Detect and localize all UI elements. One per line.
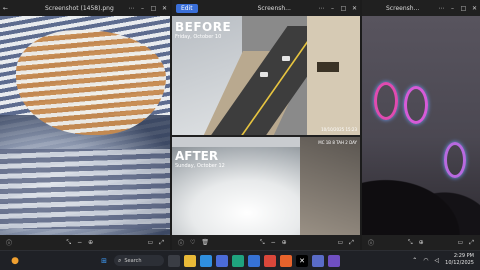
before-photo: BEFORE Friday, October 10 10/10/2025 15:…: [172, 16, 360, 135]
after-label: AFTER: [175, 149, 219, 163]
camera-timestamp: 10/10/2025 15:23: [321, 127, 357, 132]
photos-icon[interactable]: [248, 254, 260, 267]
start-icon[interactable]: ⊞: [98, 255, 110, 267]
slideshow-icon[interactable]: ▭: [338, 239, 344, 246]
title-bar[interactable]: ← Screenshot (1458).png ⋯ – □ ✕: [0, 0, 170, 16]
info-icon[interactable]: ⓘ: [6, 238, 12, 247]
taskbar-apps: ⊞ ⌕ Search ✕: [98, 254, 340, 267]
maximize-icon[interactable]: □: [338, 0, 349, 16]
minimize-icon[interactable]: –: [137, 0, 148, 16]
time: 2:29 PM: [453, 253, 474, 259]
before-label: BEFORE: [175, 20, 232, 34]
zoom-in-icon[interactable]: ⊕: [88, 239, 93, 246]
loader-vehicle: [317, 62, 339, 72]
bottom-toolbar: ⓘ ♡ 🗑 ⤡ − ⊕ ▭ ⤢: [172, 235, 360, 250]
x-icon[interactable]: ✕: [296, 254, 308, 267]
window-title: Screenshot (1458).png: [45, 4, 114, 12]
after-date: Sunday, October 12: [175, 163, 225, 169]
fit-icon[interactable]: ⤡: [408, 239, 413, 247]
volume-icon[interactable]: ◁: [435, 257, 440, 264]
fit-icon[interactable]: ⤡: [66, 239, 71, 247]
light-ring: [404, 86, 428, 124]
camera-note: MC 1B 8 TAH 2 DAY: [318, 140, 357, 145]
brave-icon[interactable]: [280, 254, 292, 267]
system-tray: ⌃ ◠ ◁ 2:29 PM 10/12/2025: [412, 253, 474, 267]
zoom-out-icon[interactable]: −: [271, 239, 276, 246]
edit-button[interactable]: Edit: [176, 3, 198, 13]
after-photo: MC 1B 8 TAH 2 DAY AFTER Sunday, October …: [172, 137, 360, 235]
search-placeholder: Search: [124, 257, 142, 264]
minimize-icon[interactable]: –: [447, 0, 458, 16]
zoom-out-icon[interactable]: −: [77, 239, 82, 246]
chevron-up-icon[interactable]: ⌃: [412, 257, 417, 264]
fullscreen-icon[interactable]: ⤢: [159, 239, 164, 247]
taskbar: ● ⊞ ⌕ Search ✕ ⌃ ◠ ◁ 2:29 PM 10/12/2025: [0, 250, 480, 270]
title-bar[interactable]: Edit Screensh... ⋯ – □ ✕: [172, 0, 360, 16]
store-icon[interactable]: [216, 254, 228, 267]
image-viewer: [362, 16, 480, 235]
weather-widget[interactable]: ●: [0, 256, 30, 266]
window-title: Screensh...: [386, 4, 420, 12]
slideshow-icon[interactable]: ▭: [458, 239, 464, 246]
fullscreen-icon[interactable]: ⤢: [349, 239, 354, 247]
slideshow-icon[interactable]: ▭: [148, 239, 154, 246]
favorite-icon[interactable]: ♡: [190, 239, 195, 246]
date: 10/12/2025: [445, 260, 474, 266]
title-bar[interactable]: Screensh... ⋯ – □ ✕: [362, 0, 480, 16]
fit-icon[interactable]: ⤡: [260, 239, 265, 247]
clock[interactable]: 2:29 PM 10/12/2025: [445, 253, 474, 267]
image-viewer: BEFORE Friday, October 10 10/10/2025 15:…: [172, 16, 360, 235]
more-icon[interactable]: ⋯: [126, 0, 137, 16]
weather-icon: ●: [11, 255, 19, 266]
bottom-toolbar: ⓘ ⤡ − ⊕ ▭ ⤢: [0, 235, 170, 250]
search-icon: ⌕: [118, 256, 122, 264]
search-box[interactable]: ⌕ Search: [114, 255, 164, 266]
delete-icon[interactable]: 🗑: [201, 239, 209, 246]
photos-window-middle: Edit Screensh... ⋯ – □ ✕ BEFORE Friday, …: [172, 0, 360, 250]
maximize-icon[interactable]: □: [458, 0, 469, 16]
tree-silhouette: [362, 165, 480, 235]
info-icon[interactable]: ⓘ: [368, 238, 374, 247]
dune-remnant: [300, 137, 360, 235]
more-icon[interactable]: ⋯: [436, 0, 447, 16]
zoom-in-icon[interactable]: ⊕: [419, 239, 424, 246]
more-icon[interactable]: ⋯: [316, 0, 327, 16]
close-icon[interactable]: ✕: [159, 0, 170, 16]
close-icon[interactable]: ✕: [469, 0, 480, 16]
info-icon[interactable]: ⓘ: [178, 238, 184, 247]
image-viewer: [0, 16, 170, 235]
browser-icon[interactable]: [200, 254, 212, 267]
photos-window-left: ← Screenshot (1458).png ⋯ – □ ✕ ⓘ ⤡ − ⊕ …: [0, 0, 170, 250]
app-icon[interactable]: [312, 254, 324, 267]
app-icon[interactable]: [328, 254, 340, 267]
car: [260, 72, 268, 77]
file-explorer-icon[interactable]: [184, 254, 196, 267]
fullscreen-icon[interactable]: ⤢: [469, 239, 474, 247]
maximize-icon[interactable]: □: [148, 0, 159, 16]
sand-right: [307, 16, 360, 135]
car: [282, 56, 290, 61]
zoom-in-icon[interactable]: ⊕: [282, 239, 287, 246]
bottom-toolbar: ⓘ ⤡ ⊕ ▭ ⤢: [362, 235, 480, 250]
edge-icon[interactable]: [232, 254, 244, 267]
chrome-icon[interactable]: [264, 254, 276, 267]
photos-window-right: Screensh... ⋯ – □ ✕ ⓘ ⤡ ⊕ ▭ ⤢: [362, 0, 480, 250]
wifi-icon[interactable]: ◠: [423, 257, 428, 264]
minimize-icon[interactable]: –: [327, 0, 338, 16]
before-date: Friday, October 10: [175, 34, 222, 40]
stripe-overlay: [0, 149, 170, 229]
light-ring: [374, 82, 398, 120]
window-title: Screensh...: [257, 4, 291, 12]
close-icon[interactable]: ✕: [349, 0, 360, 16]
task-view-icon[interactable]: [168, 254, 180, 267]
back-arrow-icon[interactable]: ←: [0, 0, 11, 16]
